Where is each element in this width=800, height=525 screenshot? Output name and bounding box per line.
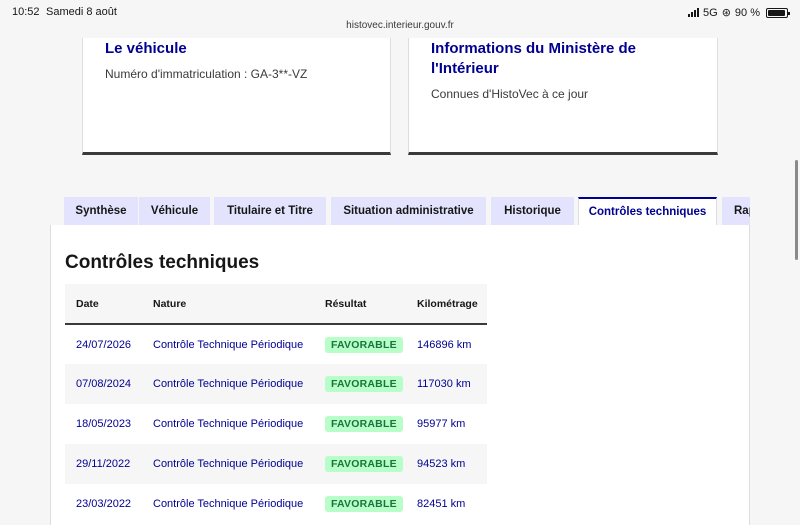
header-nature: Nature [153,297,187,310]
header-date: Date [76,297,99,310]
battery-icon [766,7,790,18]
result-badge: FAVORABLE [325,376,403,392]
url-bar[interactable]: histovec.interieur.gouv.fr [0,20,800,38]
tab-bar: Synthèse Véhicule Titulaire et Titre Sit… [60,197,750,225]
cell-date: 23/03/2022 [76,498,132,510]
table-row: 18/05/2023 Contrôle Technique Périodique… [65,404,487,444]
controles-panel: Contrôles techniques Date Nature Résulta… [50,225,750,525]
cell-nature: Contrôle Technique Périodique [153,498,304,510]
tab-situation-administrative[interactable]: Situation administrative [331,197,486,225]
tab-vehicule[interactable]: Véhicule [139,197,210,225]
tab-controles-techniques[interactable]: Contrôles techniques [578,197,717,225]
status-indicators: 5G ⊛ 90 % [688,6,790,19]
table-row: 29/11/2022 Contrôle Technique Périodique… [65,444,487,484]
battery-label: 90 % [734,6,760,19]
status-time: 10:52 [12,6,40,18]
vehicle-card: Le véhicule Numéro d'immatriculation : G… [82,38,391,155]
cell-km: 94523 km [417,458,466,470]
vehicle-card-title: Le véhicule [105,40,187,57]
cell-km: 117030 km [417,378,471,390]
ministry-card: Informations du Ministère de l'Intérieur… [408,38,718,155]
cell-km: 95977 km [417,418,466,430]
registration-number: Numéro d'immatriculation : GA-3**-VZ [105,67,308,81]
cell-km: 82451 km [417,498,466,510]
network-label: 5G [703,6,718,19]
result-badge: FAVORABLE [325,416,403,432]
status-date: Samedi 8 août [46,6,117,18]
signal-icon [688,8,700,17]
ministry-card-title: Informations du Ministère de l'Intérieur [431,40,637,77]
result-badge: FAVORABLE [325,336,403,353]
cell-date: 24/07/2026 [76,338,132,351]
ministry-card-text: Connues d'HistoVec à ce jour [431,87,589,101]
cell-date: 29/11/2022 [76,458,131,470]
cell-nature: Contrôle Technique Périodique [153,338,304,351]
result-badge: FAVORABLE [325,496,403,512]
page-scrollbar[interactable] [795,160,798,260]
table-row: 23/03/2022 Contrôle Technique Périodique… [65,484,487,524]
cell-nature: Contrôle Technique Périodique [153,418,304,430]
result-badge: FAVORABLE [325,456,403,472]
location-icon: ⊛ [721,7,731,19]
section-title: Contrôles techniques [65,252,260,273]
cell-nature: Contrôle Technique Périodique [153,458,304,470]
table-row: 24/07/2026 Contrôle Technique Périodique… [65,324,487,364]
cell-date: 07/08/2024 [76,378,132,390]
header-resultat: Résultat [325,297,367,310]
tab-synthese[interactable]: Synthèse [64,197,138,225]
controles-table: Date Nature Résultat Kilométrage 24/07/2… [65,284,487,524]
cell-date: 18/05/2023 [76,418,132,430]
cell-nature: Contrôle Technique Périodique [153,378,304,390]
table-header-row: Date Nature Résultat Kilométrage [65,284,487,324]
cell-km: 146896 km [417,338,472,351]
tab-titulaire-titre[interactable]: Titulaire et Titre [214,197,326,225]
status-bar: 10:52 Samedi 8 août 5G ⊛ 90 % [0,0,800,22]
tab-rapport[interactable]: Rapport [722,197,750,225]
table-row: 07/08/2024 Contrôle Technique Périodique… [65,364,487,404]
header-kilometrage: Kilométrage [417,297,478,310]
tab-historique[interactable]: Historique [491,197,574,225]
